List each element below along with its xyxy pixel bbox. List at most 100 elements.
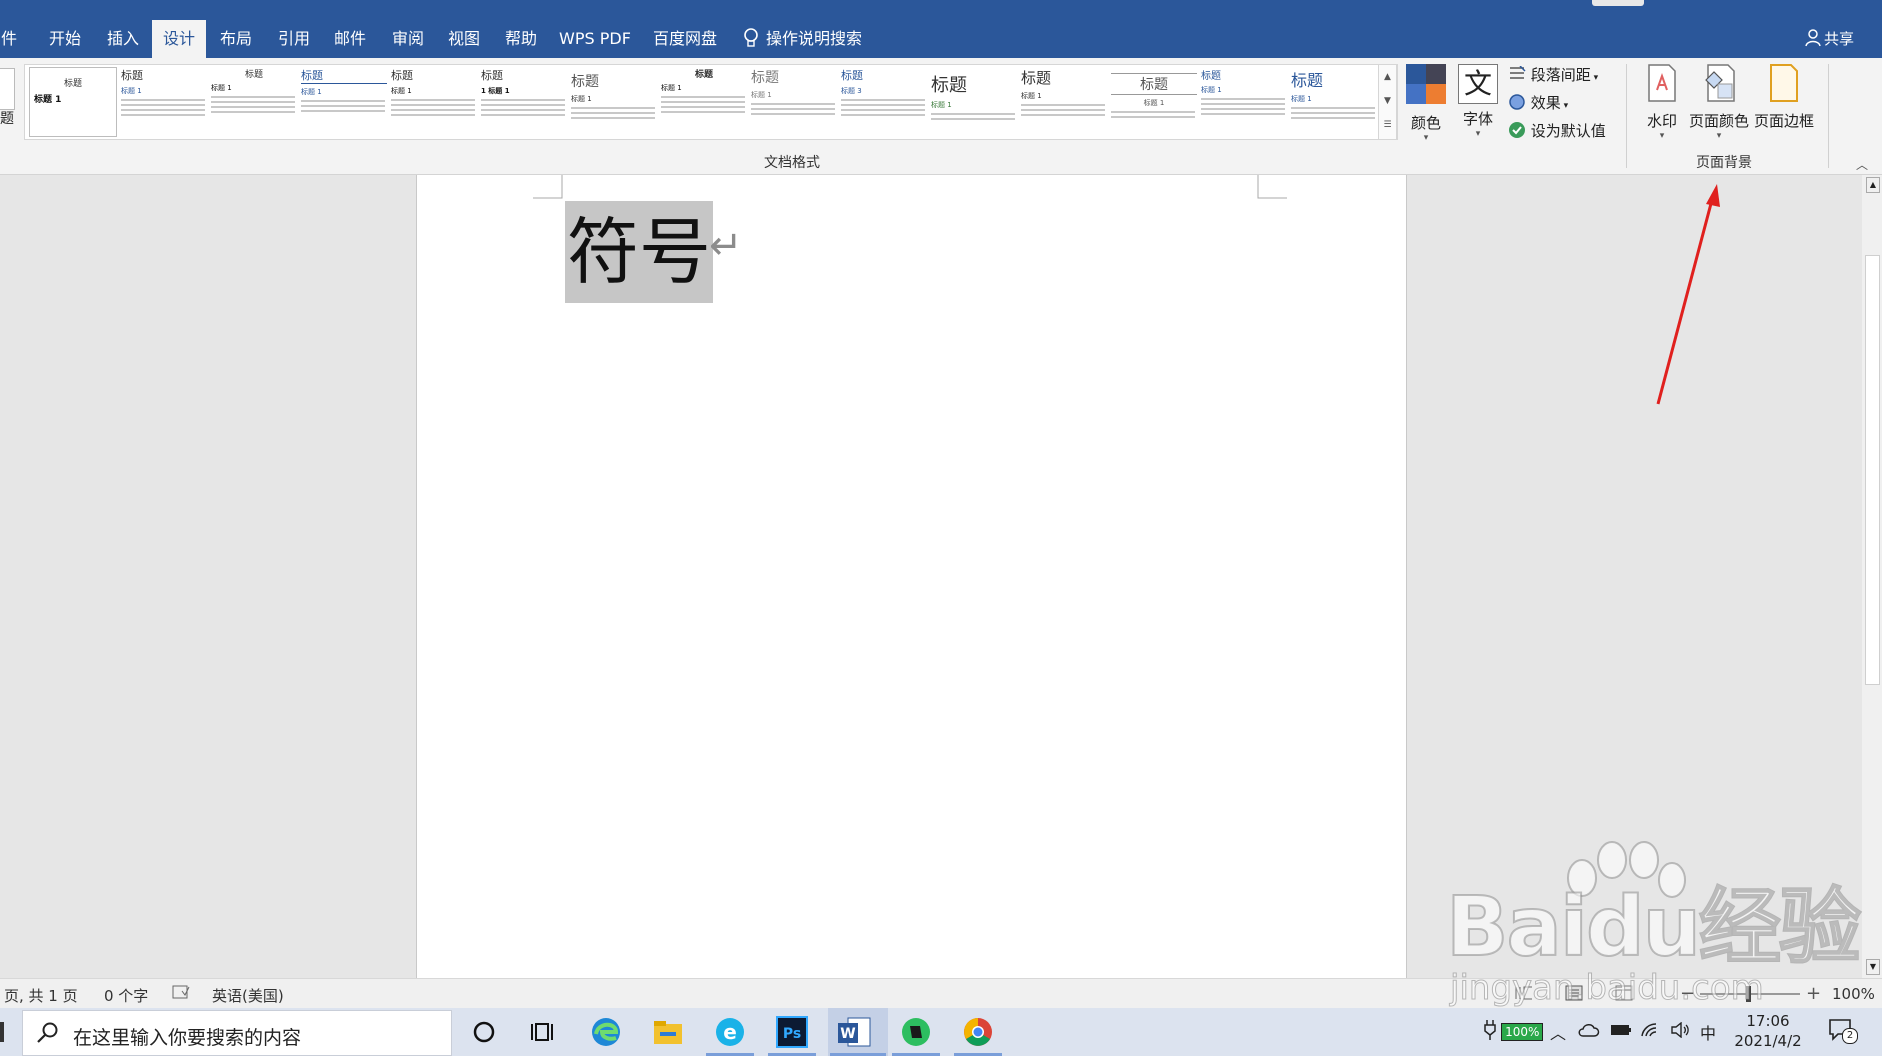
- style-set-thumb[interactable]: 标题 标题 1: [301, 67, 387, 135]
- style-set-thumb[interactable]: 标题 标题 1: [1021, 67, 1107, 135]
- title-bar-button[interactable]: [1592, 0, 1644, 6]
- style-set-thumb[interactable]: 标题 标题 1: [751, 67, 837, 135]
- svg-text:Ps: Ps: [783, 1026, 801, 1042]
- edge-icon[interactable]: [588, 1014, 624, 1050]
- tab-references[interactable]: 引用: [270, 20, 318, 58]
- page-color-icon: [1705, 64, 1735, 102]
- style-set-thumb[interactable]: 标题 标题 1: [1201, 67, 1287, 135]
- style-set-thumb[interactable]: 标题 标题 1: [29, 67, 117, 137]
- volume-icon[interactable]: [1670, 1021, 1692, 1042]
- tab-layout[interactable]: 布局: [212, 20, 260, 58]
- style-set-thumb[interactable]: 标题 标题 1: [391, 67, 477, 135]
- ribbon-tabs: 件 开始 插入 设计 布局 引用 邮件 审阅 视图 帮助 WPS PDF 百度网…: [0, 20, 1882, 58]
- proofing-icon[interactable]: [172, 985, 190, 1005]
- style-set-thumb[interactable]: 标题 1 标题 1: [481, 67, 567, 135]
- zoom-slider[interactable]: [1700, 986, 1800, 1002]
- gallery-more-icon[interactable]: ☰: [1379, 113, 1396, 137]
- gallery-scroll[interactable]: ▲ ▼ ☰: [1378, 64, 1397, 140]
- page-count[interactable]: 页, 共 1 页: [4, 985, 78, 1006]
- colors-button[interactable]: 颜色 ▾: [1402, 64, 1450, 143]
- scrollbar-thumb[interactable]: [1865, 255, 1880, 685]
- tab-wps-pdf[interactable]: WPS PDF: [555, 20, 635, 58]
- group-label-document-formatting: 文档格式: [764, 155, 820, 171]
- web-layout-icon[interactable]: [1614, 985, 1634, 1005]
- battery-status[interactable]: 100%: [1484, 1020, 1544, 1041]
- photoshop-icon[interactable]: Ps: [774, 1014, 810, 1050]
- tab-help[interactable]: 帮助: [497, 20, 545, 58]
- tab-review[interactable]: 审阅: [384, 20, 432, 58]
- selected-text[interactable]: 符号: [565, 201, 714, 303]
- evernote-icon[interactable]: [898, 1014, 934, 1050]
- set-as-default-button[interactable]: 设为默认值: [1508, 120, 1606, 141]
- style-set-thumb[interactable]: 标题 标题 1: [1111, 67, 1197, 135]
- tab-design[interactable]: 设计: [152, 20, 206, 58]
- focus-mode-icon[interactable]: [1514, 985, 1534, 1005]
- start-button[interactable]: [0, 1022, 4, 1042]
- tell-me-search[interactable]: 操作说明搜索: [742, 20, 882, 58]
- cloud-icon[interactable]: [1578, 1022, 1600, 1041]
- zoom-slider-thumb[interactable]: [1746, 986, 1751, 1002]
- plug-icon: [1484, 1020, 1496, 1040]
- document-area: 符号 ↵: [0, 175, 1882, 978]
- tab-mailings[interactable]: 邮件: [326, 20, 374, 58]
- ie-icon[interactable]: e: [712, 1014, 748, 1050]
- print-layout-icon[interactable]: [1564, 985, 1584, 1005]
- style-set-thumb[interactable]: 标题 标题 1: [211, 67, 297, 135]
- chevron-down-icon: ▾: [1716, 131, 1722, 141]
- scroll-up-icon[interactable]: ▲: [1866, 177, 1880, 193]
- document-page[interactable]: 符号 ↵: [416, 175, 1407, 978]
- style-set-thumb[interactable]: 标题 标题 1: [661, 67, 747, 135]
- style-set-thumb[interactable]: 标题 标题 1: [1291, 67, 1377, 135]
- paragraph-spacing-button[interactable]: 段落间距 ▾: [1508, 64, 1598, 85]
- tab-view[interactable]: 视图: [440, 20, 488, 58]
- page-border-icon: [1770, 64, 1798, 102]
- taskbar-search[interactable]: 在这里输入你要搜索的内容: [22, 1010, 452, 1056]
- notification-center-icon[interactable]: 2: [1828, 1018, 1858, 1044]
- cortana-icon[interactable]: [466, 1014, 502, 1050]
- watermark-icon: [1648, 64, 1676, 102]
- style-set-thumb[interactable]: 标题 标题 3: [841, 67, 927, 135]
- share-button[interactable]: 共享: [1805, 20, 1854, 58]
- tell-me-label: 操作说明搜索: [766, 29, 863, 48]
- scroll-down-icon[interactable]: ▼: [1866, 959, 1880, 975]
- gallery-down-icon[interactable]: ▼: [1379, 89, 1396, 113]
- watermark-button[interactable]: 水印 ▾: [1640, 64, 1684, 141]
- chevron-up-icon[interactable]: ︿: [1550, 1020, 1566, 1044]
- windows-taskbar: 在这里输入你要搜索的内容 e Ps W 100% ︿ 中 17:06 2021/…: [0, 1008, 1882, 1056]
- language-status[interactable]: 英语(美国): [212, 985, 284, 1006]
- zoom-out-icon[interactable]: −: [1680, 983, 1695, 1004]
- lightbulb-icon: [744, 28, 758, 47]
- file-explorer-icon[interactable]: [650, 1014, 686, 1050]
- tab-baidu-netdisk[interactable]: 百度网盘: [648, 20, 722, 58]
- tab-insert[interactable]: 插入: [98, 20, 148, 58]
- vertical-scrollbar[interactable]: ▲ ▼: [1862, 175, 1882, 978]
- zoom-in-icon[interactable]: +: [1806, 983, 1821, 1004]
- effects-button[interactable]: 效果 ▾: [1508, 92, 1568, 113]
- zoom-level[interactable]: 100%: [1832, 985, 1875, 1003]
- style-set-cut-thumb[interactable]: [0, 68, 15, 110]
- chrome-icon[interactable]: [960, 1014, 996, 1050]
- word-count[interactable]: 0 个字: [104, 985, 148, 1006]
- search-placeholder: 在这里输入你要搜索的内容: [73, 1027, 302, 1049]
- page-borders-button[interactable]: 页面边框: [1752, 64, 1816, 131]
- gallery-up-icon[interactable]: ▲: [1379, 65, 1396, 89]
- page-color-label: 页面颜色: [1688, 112, 1749, 130]
- battery-icon[interactable]: [1610, 1022, 1632, 1041]
- tab-file[interactable]: 件: [0, 20, 18, 58]
- style-set-thumb[interactable]: 标题 标题 1: [121, 67, 207, 135]
- input-method-indicator[interactable]: 中: [1700, 1020, 1716, 1044]
- paragraph-spacing-icon: [1510, 65, 1526, 79]
- word-icon[interactable]: W: [836, 1014, 872, 1050]
- style-set-thumb[interactable]: 标题 标题 1: [931, 67, 1017, 135]
- task-view-icon[interactable]: [524, 1014, 560, 1050]
- page-color-button[interactable]: 页面颜色 ▾: [1688, 64, 1750, 141]
- tab-home[interactable]: 开始: [40, 20, 90, 58]
- collapse-ribbon-icon[interactable]: ︿: [1856, 156, 1868, 173]
- wifi-icon[interactable]: [1640, 1022, 1662, 1042]
- share-label: 共享: [1823, 30, 1854, 48]
- ribbon-design: 题 标题 标题 1 标题 标题 1 标题 标题 1 标题 标题 1 标题 标题 …: [0, 58, 1882, 175]
- clock[interactable]: 17:06 2021/4/2: [1728, 1011, 1808, 1051]
- style-set-thumb[interactable]: 标题 标题 1: [571, 67, 657, 135]
- fonts-button[interactable]: 文 字体 ▾: [1456, 64, 1500, 139]
- color-palette-icon: [1406, 64, 1446, 104]
